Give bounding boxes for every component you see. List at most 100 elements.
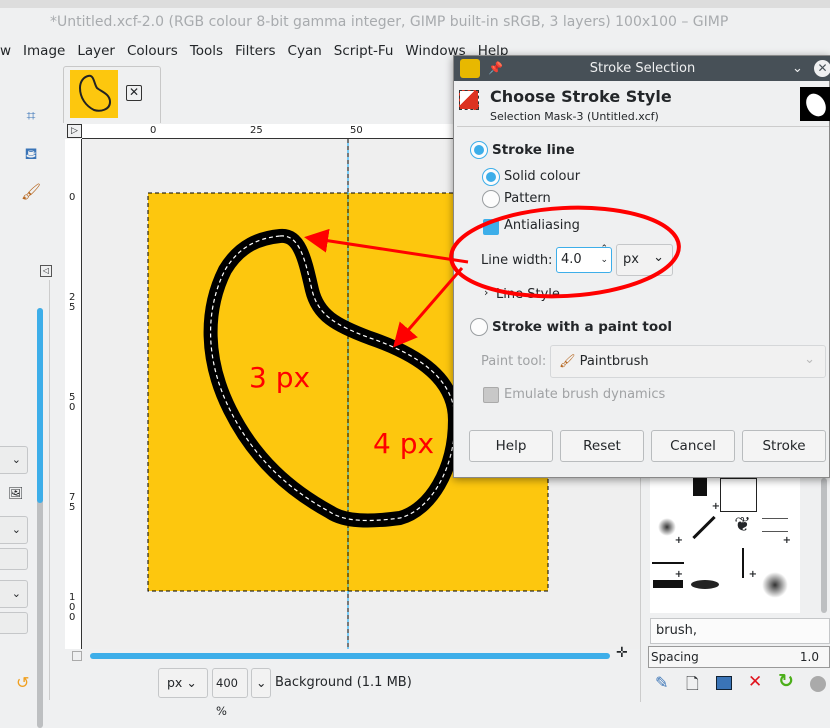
antialiasing-checkbox[interactable] — [483, 219, 499, 235]
solid-colour-radio[interactable] — [482, 168, 500, 186]
navigate-icon[interactable]: ✛ — [616, 645, 628, 661]
image-icon[interactable]: 🖼 — [8, 486, 23, 500]
dock-dropdown[interactable]: ⌄ — [0, 580, 28, 608]
brush-item[interactable]: + — [687, 478, 724, 512]
paint-tool-select[interactable]: 🖌 Paintbrush ⌄ — [550, 345, 826, 378]
stroke-button[interactable]: Stroke — [742, 430, 826, 462]
minimize-icon[interactable]: ⌄ — [792, 56, 803, 81]
zoom-field[interactable]: 400 % — [212, 668, 248, 718]
reset-button[interactable]: Reset — [560, 430, 644, 462]
brush-filter-value: brush, — [656, 623, 697, 638]
paint-tool-label: Paint tool: — [481, 354, 547, 369]
dock-spinner[interactable] — [0, 548, 28, 570]
brushes-scrollbar[interactable] — [821, 478, 827, 613]
stroke-paint-tool-radio[interactable] — [470, 318, 488, 336]
ruler-label: 7 5 — [69, 492, 76, 513]
line-width-unit-select[interactable]: px ⌄ — [616, 244, 673, 276]
brush-item-selected[interactable] — [720, 478, 757, 512]
zoom-dropdown[interactable]: ⌄ — [251, 668, 271, 698]
paint-tool-value: Paintbrush — [579, 354, 649, 369]
brush-item[interactable]: + — [758, 512, 795, 546]
ruler-label: 1 0 0 — [69, 592, 76, 623]
desktop-background — [0, 0, 830, 8]
brush-item[interactable] — [758, 546, 795, 598]
navigate-toggle-icon[interactable]: ▷ — [67, 124, 82, 138]
new-brush-icon[interactable]: 🗋 — [686, 673, 699, 700]
ruler-label: 5 0 — [69, 392, 76, 413]
brush-as-image-icon[interactable] — [810, 676, 826, 692]
close-tab-icon[interactable]: ✕ — [126, 85, 142, 101]
crop-tool-icon[interactable]: ⌗ — [20, 106, 42, 128]
line-width-input[interactable]: 4.0 ⌃ ⌄ — [556, 244, 612, 273]
cancel-button[interactable]: Cancel — [651, 430, 735, 462]
brushes-grid[interactable]: + + ❦ + + + — [650, 478, 800, 613]
ruler-label: 50 — [350, 125, 363, 136]
menu-script-fu[interactable]: Script-Fu — [328, 40, 400, 64]
quick-mask-toggle[interactable] — [72, 651, 82, 661]
spacing-slider[interactable]: Spacing 1.0 — [648, 646, 830, 668]
reset-icon[interactable]: ↺ — [16, 673, 29, 692]
selection-preview — [800, 87, 830, 121]
brush-item[interactable]: + — [650, 546, 687, 580]
dock-dropdown[interactable]: ⌄ — [0, 446, 28, 474]
emulate-dynamics-checkbox[interactable] — [483, 387, 499, 403]
line-style-expander[interactable]: Line Style — [496, 287, 560, 302]
layer-info: Background (1.1 MB) — [275, 675, 412, 690]
delete-brush-icon[interactable]: ✕ — [748, 672, 762, 692]
dock-dropdown[interactable]: ⌄ — [0, 516, 28, 544]
spacing-value: 1.0 — [799, 650, 819, 664]
pin-icon[interactable]: 📌 — [488, 56, 503, 81]
line-width-value: 4.0 — [561, 252, 582, 267]
brush-item[interactable] — [650, 580, 687, 613]
menu-layer[interactable]: Layer — [71, 40, 121, 64]
dock-spinner[interactable] — [0, 612, 28, 634]
brush-item[interactable]: + — [650, 512, 687, 546]
menu-tools[interactable]: Tools — [184, 40, 229, 64]
dialog-heading: Choose Stroke Style — [490, 87, 672, 106]
brush-item[interactable] — [687, 580, 724, 613]
brush-filter-input[interactable]: brush, — [650, 618, 830, 644]
ruler-label: 25 — [250, 125, 263, 136]
paintbrush-tool-icon[interactable]: 🖌 — [20, 182, 42, 204]
unit-select[interactable]: px ⌄ — [158, 668, 208, 698]
bucket-fill-tool-icon[interactable]: ⛾ — [20, 144, 42, 166]
unit-value: px — [167, 675, 183, 690]
left-dock-scrollbar-thumb[interactable] — [37, 308, 43, 503]
image-thumbnail[interactable] — [70, 70, 118, 118]
antialiasing-label: Antialiasing — [504, 218, 580, 233]
pattern-radio[interactable] — [482, 190, 500, 208]
paintbrush-icon: 🖌 — [559, 354, 576, 369]
stroke-line-label: Stroke line — [492, 142, 575, 158]
menu-image[interactable]: Image — [17, 40, 71, 64]
horizontal-scrollbar[interactable] — [90, 653, 610, 659]
pattern-label: Pattern — [504, 191, 551, 206]
spin-arrows-icon[interactable]: ⌃ ⌄ — [600, 244, 608, 266]
vertical-ruler[interactable]: 0 2 5 5 0 7 5 1 0 0 — [65, 139, 82, 649]
chevron-down-icon: ⌄ — [653, 250, 664, 265]
close-dialog-icon[interactable]: ✕ — [814, 60, 830, 77]
dialog-title: Stroke Selection — [589, 61, 696, 76]
window-title: *Untitled.xcf-2.0 (RGB colour 8-bit gamm… — [0, 8, 830, 40]
stroke-paint-tool-label: Stroke with a paint tool — [492, 319, 673, 335]
menu-filters[interactable]: Filters — [229, 40, 281, 64]
brush-item[interactable] — [687, 512, 724, 546]
edit-brush-icon[interactable]: ✎ — [655, 673, 668, 692]
brush-item[interactable]: + — [724, 546, 761, 580]
stroke-icon — [459, 90, 479, 110]
emulate-dynamics-label: Emulate brush dynamics — [504, 387, 666, 402]
refresh-brushes-icon[interactable]: ↻ — [778, 670, 794, 692]
menu-cyan[interactable]: Cyan — [282, 40, 328, 64]
chevron-down-icon: ⌄ — [804, 352, 815, 367]
menu-view[interactable]: w — [0, 40, 17, 64]
annotation-3px: 3 px — [249, 361, 311, 394]
stroke-line-radio[interactable] — [470, 141, 488, 159]
duplicate-brush-icon[interactable] — [716, 676, 732, 690]
dialog-titlebar[interactable]: 📌 Stroke Selection ⌄ ✕ — [454, 56, 830, 81]
help-button[interactable]: Help — [469, 430, 553, 462]
spacing-label: Spacing — [651, 650, 699, 664]
dock-collapse-icon[interactable]: ◁ — [40, 265, 52, 277]
line-width-label: Line width: — [481, 253, 553, 268]
menu-colours[interactable]: Colours — [121, 40, 184, 64]
expander-icon[interactable]: › — [484, 286, 488, 299]
brush-item[interactable]: ❦ — [724, 512, 761, 546]
